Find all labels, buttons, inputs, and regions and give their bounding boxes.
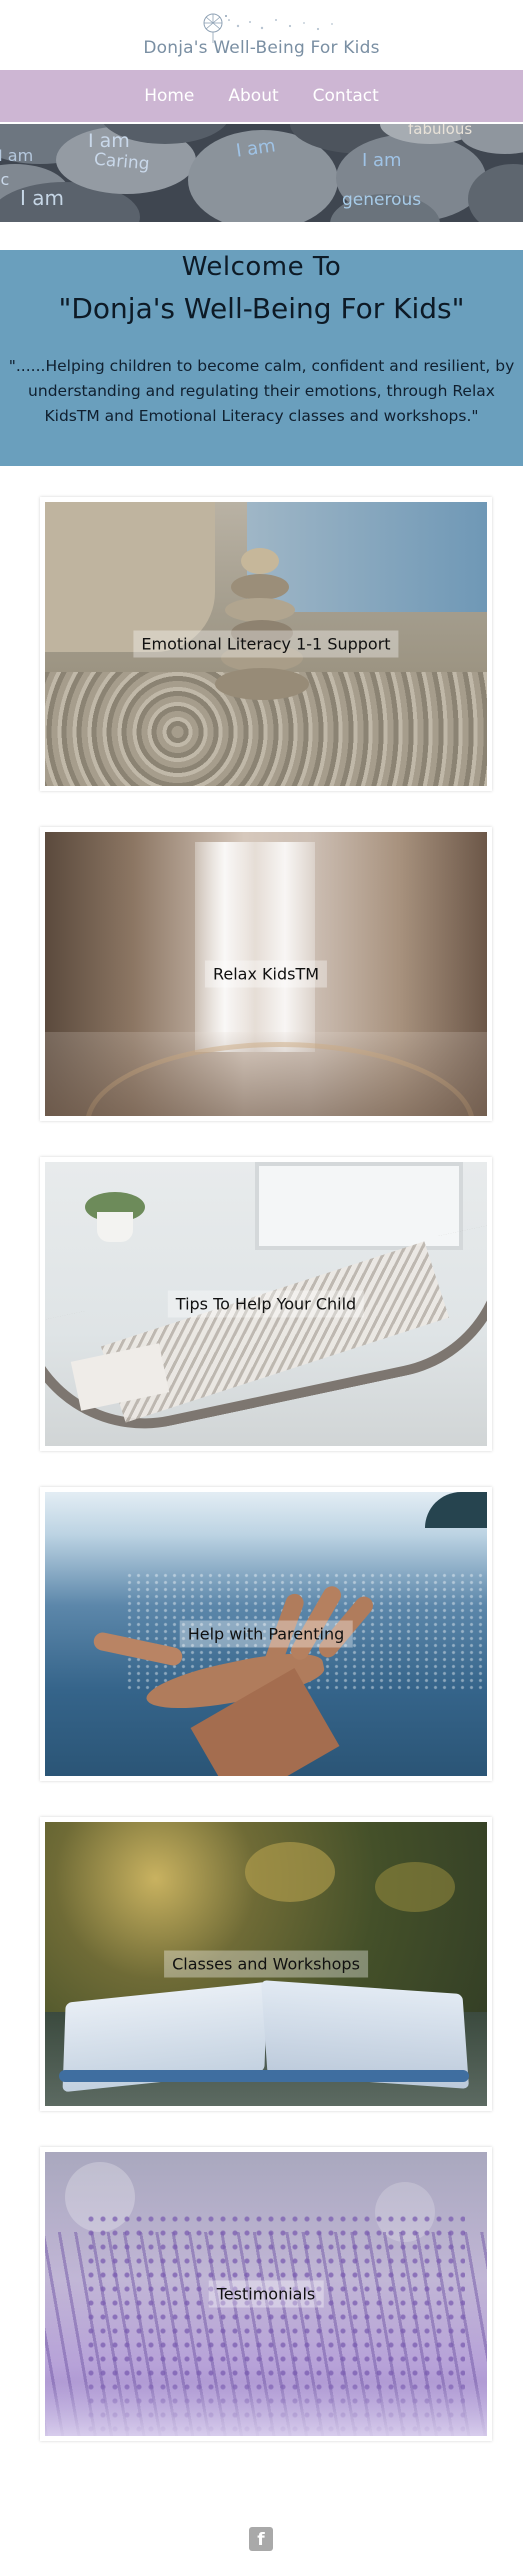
nav-item-contact[interactable]: Contact: [313, 86, 379, 106]
stone-word: fabulous: [408, 124, 473, 138]
card-label: Testimonials: [208, 2280, 324, 2308]
card-testimonials[interactable]: Testimonials: [40, 2147, 492, 2441]
floating-seeds-icon: [236, 19, 333, 31]
card-relax-kids[interactable]: Relax KidsTM: [40, 827, 492, 1121]
stone-word: I am: [20, 186, 64, 210]
nav-item-about[interactable]: About: [228, 86, 278, 106]
facebook-icon[interactable]: f: [249, 2527, 273, 2551]
card-emotional-literacy[interactable]: Emotional Literacy 1-1 Support: [40, 497, 492, 791]
card-classes-workshops[interactable]: Classes and Workshops: [40, 1817, 492, 2111]
card-tips-help-child[interactable]: Tips To Help Your Child: [40, 1157, 492, 1451]
site-header: Donja's Well-Being For Kids: [0, 0, 523, 68]
stone-word: I am: [362, 150, 402, 171]
main-nav: Home About Contact: [0, 70, 523, 122]
card-help-parenting[interactable]: Help with Parenting: [40, 1487, 492, 1781]
welcome-tagline: "......Helping children to become calm, …: [8, 357, 515, 425]
nav-item-home[interactable]: Home: [144, 86, 194, 106]
welcome-heading: Welcome To: [181, 252, 342, 282]
card-label: Tips To Help Your Child: [167, 1290, 365, 1318]
stones-banner-image: I am Caring I am fabulous I am I am gene…: [0, 124, 523, 222]
site-logo[interactable]: Donja's Well-Being For Kids: [0, 8, 523, 68]
card-label: Emotional Literacy 1-1 Support: [133, 630, 399, 658]
logo-text: Donja's Well-Being For Kids: [143, 38, 380, 58]
card-label: Relax KidsTM: [204, 960, 328, 988]
welcome-subheading: "Donja's Well-Being For Kids": [58, 292, 465, 325]
card-label: Classes and Workshops: [164, 1950, 368, 1978]
card-label: Help with Parenting: [179, 1620, 353, 1648]
welcome-section: Welcome To "Donja's Well-Being For Kids"…: [0, 250, 523, 466]
stone-word: lc: [0, 170, 10, 189]
stone-word: I am: [0, 146, 34, 165]
stone-word: generous: [342, 190, 422, 210]
